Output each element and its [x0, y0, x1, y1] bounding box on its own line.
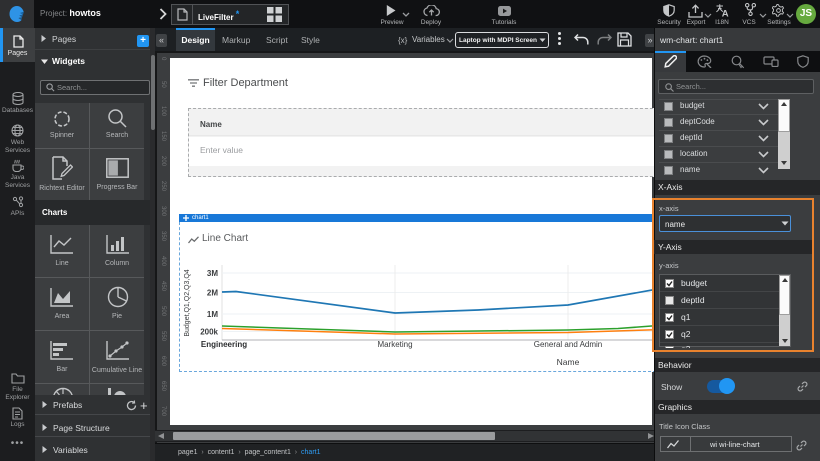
svg-text:Budget,Q1,Q2,Q3,Q4: Budget,Q1,Q2,Q3,Q4	[184, 269, 191, 336]
svg-text:1M: 1M	[207, 310, 218, 319]
svg-text:A: A	[722, 9, 729, 18]
svg-text:3M: 3M	[207, 269, 218, 278]
svg-text:Name: Name	[557, 357, 580, 367]
svg-text:Engineering: Engineering	[201, 340, 247, 349]
svg-text:2M: 2M	[207, 289, 218, 298]
svg-text:Marketing: Marketing	[377, 340, 412, 349]
svg-text:200k: 200k	[200, 328, 218, 337]
svg-text:General and Admin: General and Admin	[534, 340, 603, 349]
